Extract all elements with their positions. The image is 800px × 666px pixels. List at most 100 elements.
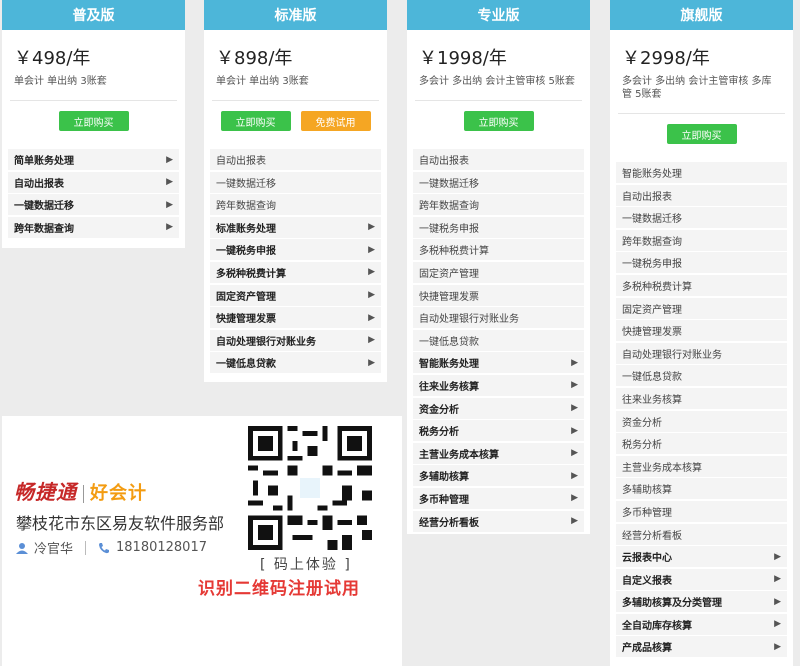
plan-title: 普及版 — [2, 0, 185, 30]
plan-actions: 立即购买 — [2, 111, 185, 131]
free-trial-button[interactable]: 免费试用 — [300, 111, 371, 131]
feature-label: 税务分析 — [622, 440, 662, 452]
feature-item[interactable]: 税务分析 ▶ — [413, 420, 584, 442]
feature-item[interactable]: 多辅助核算 ▶ — [413, 465, 584, 487]
buy-now-button[interactable]: 立即购买 — [58, 111, 129, 131]
feature-label: 多辅助核算 — [419, 472, 469, 484]
feature-item: 自动出报表 — [210, 149, 381, 170]
feature-item[interactable]: 产成品核算 ▶ — [616, 636, 787, 658]
chevron-right-icon: ▶ — [774, 596, 781, 607]
feature-label: 跨年数据查询 — [622, 236, 682, 248]
pricing-page: 普及版 ￥498/年 单会计 单出纳 3账套 立即购买 简单账务处理 ▶ 自动出报表 ▶ 一键数… — [0, 0, 800, 666]
feature-item[interactable]: 自动处理银行对账业务 ▶ — [210, 329, 381, 351]
feature-item[interactable]: 自动出报表 ▶ — [8, 171, 179, 193]
feature-item[interactable]: 云报表中心 ▶ — [616, 546, 787, 568]
brand-logo: 畅捷通 好会计 — [14, 476, 147, 505]
feature-item: 一键税务申报 — [413, 216, 584, 238]
feature-item[interactable]: 一键低息贷款 ▶ — [210, 352, 381, 374]
contact-phone: 18180128017 — [116, 540, 207, 555]
feature-label: 固定资产管理 — [216, 291, 276, 303]
feature-label: 智能账务处理 — [419, 359, 479, 371]
feature-item: 固定资产管理 — [616, 297, 787, 319]
feature-label: 一键税务申报 — [622, 259, 682, 271]
chevron-right-icon: ▶ — [368, 335, 375, 346]
feature-label: 快捷管理发票 — [622, 327, 682, 339]
plan-card-1: 标准版 ￥898/年 单会计 单出纳 3账套 立即购买 免费试用 自动出报表 一键数据迁移跨… — [204, 0, 387, 382]
feature-item[interactable]: 固定资产管理 ▶ — [210, 284, 381, 306]
feature-label: 自动处理银行对账业务 — [622, 349, 722, 361]
feature-item: 固定资产管理 — [413, 261, 584, 283]
feature-label: 多税种税费计算 — [419, 246, 489, 258]
chevron-right-icon: ▶ — [368, 357, 375, 368]
code-experience-label: [ 码上体验 ] — [260, 557, 352, 573]
feature-item[interactable]: 多税种税费计算 ▶ — [210, 261, 381, 283]
chevron-right-icon: ▶ — [571, 403, 578, 414]
logo-haokuaiji: 好会计 — [90, 483, 147, 504]
chevron-right-icon: ▶ — [368, 312, 375, 323]
divider — [618, 113, 785, 114]
contact-line: 冷官华 18180128017 — [16, 538, 207, 557]
feature-label: 资金分析 — [419, 404, 459, 416]
buy-now-button[interactable]: 立即购买 — [220, 111, 291, 131]
chevron-right-icon: ▶ — [571, 516, 578, 526]
chevron-right-icon: ▶ — [774, 551, 781, 562]
feature-label: 一键低息贷款 — [622, 372, 682, 384]
feature-label: 固定资产管理 — [622, 304, 682, 316]
feature-label: 多币种管理 — [419, 494, 469, 506]
feature-item: 自动出报表 — [616, 184, 787, 206]
feature-item[interactable]: 多辅助核算及分类管理 ▶ — [616, 591, 787, 613]
feature-label: 简单账务处理 — [14, 156, 74, 167]
plan-description: 单会计 单出纳 3账套 — [14, 76, 107, 87]
feature-label: 一键数据迁移 — [419, 178, 479, 190]
buy-now-button[interactable]: 立即购买 — [666, 124, 737, 144]
feature-item: 多税种税费计算 — [616, 274, 787, 296]
feature-item[interactable]: 一键数据迁移 ▶ — [8, 194, 179, 216]
feature-item: 一键低息贷款 — [616, 365, 787, 387]
feature-item[interactable]: 智能账务处理 ▶ — [413, 352, 584, 374]
feature-item[interactable]: 全自动库存核算 ▶ — [616, 613, 787, 635]
plan-card-2: 专业版 ￥1998/年 多会计 多出纳 会计主管审核 5账套 立即购买 自动出报表 一键数… — [407, 0, 590, 534]
feature-label: 资金分析 — [622, 417, 662, 429]
chevron-right-icon: ▶ — [571, 357, 578, 368]
feature-item: 多税种税费计算 — [413, 239, 584, 261]
feature-item[interactable]: 自定义报表 ▶ — [616, 568, 787, 590]
feature-item[interactable]: 标准账务处理 ▶ — [210, 216, 381, 238]
feature-item[interactable]: 多币种管理 ▶ — [413, 487, 584, 509]
plan-price: ￥498/年 — [14, 48, 91, 69]
feature-item[interactable]: 简单账务处理 ▶ — [8, 149, 179, 170]
feature-label: 固定资产管理 — [419, 268, 479, 280]
chevron-right-icon: ▶ — [571, 470, 578, 481]
feature-label: 多币种管理 — [622, 507, 672, 519]
feature-label: 自动处理银行对账业务 — [419, 314, 519, 326]
plan-card-3: 旗舰版 ￥2998/年 多会计 多出纳 会计主管审核 多库管 5账套 立即购买 智能账务… — [610, 0, 793, 666]
feature-item: 自动出报表 — [413, 149, 584, 170]
feature-item[interactable]: 跨年数据查询 ▶ — [8, 216, 179, 238]
divider — [415, 100, 582, 101]
chevron-right-icon: ▶ — [571, 493, 578, 504]
plan-price: ￥2998/年 — [622, 48, 710, 69]
feature-item: 经营分析看板 — [616, 523, 787, 545]
phone-icon — [99, 542, 110, 553]
buy-now-button[interactable]: 立即购买 — [463, 111, 534, 131]
chevron-right-icon: ▶ — [368, 290, 375, 301]
feature-label: 一键低息贷款 — [419, 336, 479, 348]
logo-chanjet: 畅捷通 — [14, 480, 77, 504]
feature-item[interactable]: 资金分析 ▶ — [413, 397, 584, 419]
plan-price: ￥1998/年 — [419, 48, 507, 69]
feature-item[interactable]: 经营分析看板 ▶ — [413, 510, 584, 532]
feature-label: 自动出报表 — [622, 191, 672, 203]
feature-item[interactable]: 主营业务成本核算 ▶ — [413, 442, 584, 464]
feature-item: 一键低息贷款 — [413, 329, 584, 351]
feature-label: 自动出报表 — [216, 156, 266, 167]
feature-label: 自定义报表 — [622, 575, 672, 587]
divider — [10, 100, 177, 101]
feature-item[interactable]: 往来业务核算 ▶ — [413, 374, 584, 396]
feature-item[interactable]: 快捷管理发票 ▶ — [210, 307, 381, 329]
feature-label: 自动处理银行对账业务 — [216, 336, 316, 348]
feature-item: 快捷管理发票 — [413, 284, 584, 306]
qr-code[interactable] — [248, 426, 372, 550]
feature-item: 主营业务成本核算 — [616, 455, 787, 477]
feature-item[interactable]: 一键税务申报 ▶ — [210, 239, 381, 261]
feature-label: 快捷管理发票 — [216, 314, 276, 326]
feature-label: 一键税务申报 — [419, 223, 479, 235]
